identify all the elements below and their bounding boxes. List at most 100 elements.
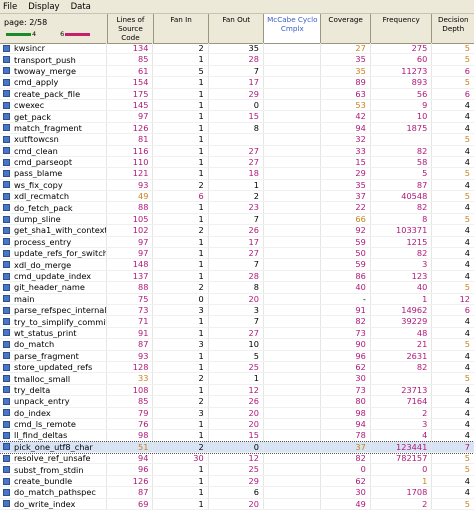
cell-loc: 91 [106, 327, 152, 339]
table-row[interactable]: try_to_simplify_commit 71 1 7 82 39229 4 [0, 316, 474, 328]
cell-loc: 116 [106, 145, 152, 156]
cell-coverage: 42 [319, 111, 370, 122]
table-row[interactable]: cmd_clean 116 1 27 33 82 4 [0, 145, 474, 157]
cell-fan-out [207, 134, 263, 145]
table-row[interactable]: get_sha1_with_context_1102226 921033714 [0, 225, 474, 237]
cell-fan-out: 12 [207, 453, 263, 464]
cell-mccabe [262, 339, 320, 350]
cell-decision-depth: 4 [431, 236, 474, 248]
table-row[interactable]: xdl_do_merge 148 1 7 59 3 4 [0, 259, 474, 271]
cell-fan-out: 10 [207, 339, 263, 350]
function-icon [3, 420, 10, 428]
cell-fan-out: 2 [207, 191, 263, 202]
cell-mccabe [262, 327, 320, 339]
table-row[interactable]: unpack_entry 85 2 26 80 7164 4 [0, 396, 474, 408]
table-row[interactable]: do_write_index 69 1 20 49 2 5 [0, 498, 474, 510]
cell-loc: 126 [106, 122, 152, 134]
function-name: get_sha1_with_context_1 [14, 225, 106, 236]
cell-frequency: 1 [369, 475, 432, 487]
cell-coverage: - [319, 293, 370, 304]
function-name: kwsincr [14, 43, 46, 54]
cell-mccabe [262, 453, 320, 464]
table-row[interactable]: cmd_parseopt 110 1 27 15 58 4 [0, 156, 474, 169]
table-row[interactable]: xutftowcsn 81 1 32 5 [0, 134, 474, 146]
table-row[interactable]: match_fragment 126 1 8 94 1875 4 [0, 122, 474, 135]
cell-coverage: 53 [319, 99, 370, 111]
table-row[interactable]: cmd_ls_remote 76 1 20 94 3 4 [0, 418, 474, 431]
cell-decision-depth: 5 [431, 282, 474, 293]
function-name-cell: do_fetch_pack [0, 203, 106, 213]
table-row[interactable]: parse_fragment 93 1 5 96 2631 4 [0, 350, 474, 362]
table-row[interactable]: do_fetch_pack 88 1 23 22 82 4 [0, 202, 474, 214]
cell-loc: 97 [106, 111, 152, 122]
table-row[interactable]: cwexec 145 1 0 53 9 4 [0, 99, 474, 112]
cell-fan-in: 2 [152, 225, 207, 236]
cell-frequency: 82 [369, 248, 432, 259]
table-row[interactable]: cmd_update_index 137 1 28 86 123 4 [0, 270, 474, 283]
table-row[interactable]: cmd_apply 154 1 17 89 893 5 [0, 77, 474, 89]
menu-file[interactable]: File [3, 2, 17, 12]
cell-decision-depth: 4 [431, 407, 474, 418]
function-name-cell: git_header_name [0, 282, 106, 292]
menu-bar: File Display Data [0, 0, 474, 14]
cell-frequency: 14962 [369, 304, 432, 316]
col-header-fan-out[interactable]: Fan Out [208, 14, 263, 43]
cell-frequency: 1875 [369, 122, 432, 134]
cell-fan-out: 25 [207, 464, 263, 475]
cell-fan-out: 27 [207, 327, 263, 339]
cell-frequency: 21 [369, 339, 432, 350]
cell-fan-out: 5 [207, 350, 263, 361]
table-row[interactable]: store_updated_refs 128 1 25 62 82 4 [0, 361, 474, 374]
table-row[interactable]: update_refs_for_switch 97 1 27 50 82 4 [0, 248, 474, 260]
table-row[interactable]: kwsincr 134 2 35 27 275 5 [0, 43, 474, 55]
table-row[interactable]: wt_status_print 91 1 27 73 48 4 [0, 327, 474, 340]
cell-fan-out: 27 [207, 248, 263, 259]
table-row[interactable]: ws_fix_copy 93 2 1 35 87 4 [0, 179, 474, 192]
function-name: cmd_clean [14, 145, 58, 156]
col-header-fan-in[interactable]: Fan In [153, 14, 208, 43]
cell-fan-in: 1 [152, 487, 207, 498]
table-row[interactable]: git_header_name 88 2 8 40 40 5 [0, 282, 474, 294]
table-row[interactable]: ll_find_deltas 98 1 15 78 4 4 [0, 430, 474, 442]
table-row[interactable]: try_delta 108 1 12 73 23713 4 [0, 384, 474, 397]
table-row[interactable]: pass_blame 121 1 18 29 5 5 [0, 168, 474, 180]
menu-display[interactable]: Display [28, 2, 59, 12]
table-row[interactable]: twoway_merge 61 5 7 35 11273 6 [0, 65, 474, 78]
cell-mccabe [262, 236, 320, 248]
cell-frequency: 893 [369, 77, 432, 88]
cell-decision-depth: 5 [431, 134, 474, 145]
col-header-loc[interactable]: Lines of Source Code [106, 14, 153, 43]
table-row[interactable]: do_match 87 3 10 90 21 5 [0, 339, 474, 351]
table-row[interactable]: parse_refspec_internal 73 3 3 91 14962 6 [0, 304, 474, 317]
table-row[interactable]: process_entry 97 1 17 59 1215 4 [0, 236, 474, 249]
table-row[interactable]: create_bundle 126 1 29 62 1 4 [0, 475, 474, 488]
function-name: twoway_merge [14, 65, 77, 76]
col-header-mccabe[interactable]: McCabe Cyclo Cmplx [263, 14, 321, 43]
table-row[interactable]: resolve_ref_unsafe 94 30 12 82 782157 5 [0, 453, 474, 465]
cell-fan-out: 20 [207, 293, 263, 304]
table-row[interactable]: subst_from_stdin 96 1 25 0 0 5 [0, 464, 474, 476]
table-row[interactable]: do_match_pathspec 87 1 6 30 1708 4 [0, 487, 474, 499]
table-row[interactable]: xdl_recmatch 49 6 2 37 40548 5 [0, 191, 474, 203]
table-row[interactable]: dump_sline 105 1 7 66 8 5 [0, 213, 474, 226]
function-name: cmd_apply [14, 77, 59, 88]
table-row[interactable]: tmalloc_small 33 2 1 30 5 [0, 373, 474, 385]
function-icon [3, 500, 10, 508]
col-header-frequency[interactable]: Frequency [370, 14, 431, 43]
table-row[interactable]: transport_push 85 1 28 35 60 5 [0, 54, 474, 66]
col-header-coverage[interactable]: Coverage [320, 14, 370, 43]
table-row[interactable]: pick_one_utf8_char 51 2 0 37 123441 7 [0, 440, 474, 455]
cell-decision-depth: 4 [431, 145, 474, 156]
cell-frequency: 123 [369, 270, 432, 282]
table-row[interactable]: get_pack 97 1 15 42 10 4 [0, 111, 474, 123]
function-name-cell: tmalloc_small [0, 374, 106, 384]
function-icon [3, 466, 10, 474]
table-row[interactable]: do_index 79 3 20 98 2 4 [0, 407, 474, 419]
col-header-decision-depth[interactable]: Decision Depth [431, 14, 474, 43]
table-row[interactable]: create_pack_file 175 1 29 63 56 6 [0, 88, 474, 100]
cell-fan-in: 3 [152, 407, 207, 418]
cell-decision-depth: 5 [431, 498, 474, 510]
table-row[interactable]: main 75 0 20 -1 12 [0, 293, 474, 305]
menu-data[interactable]: Data [71, 2, 91, 12]
cell-fan-out: 35 [207, 43, 263, 54]
